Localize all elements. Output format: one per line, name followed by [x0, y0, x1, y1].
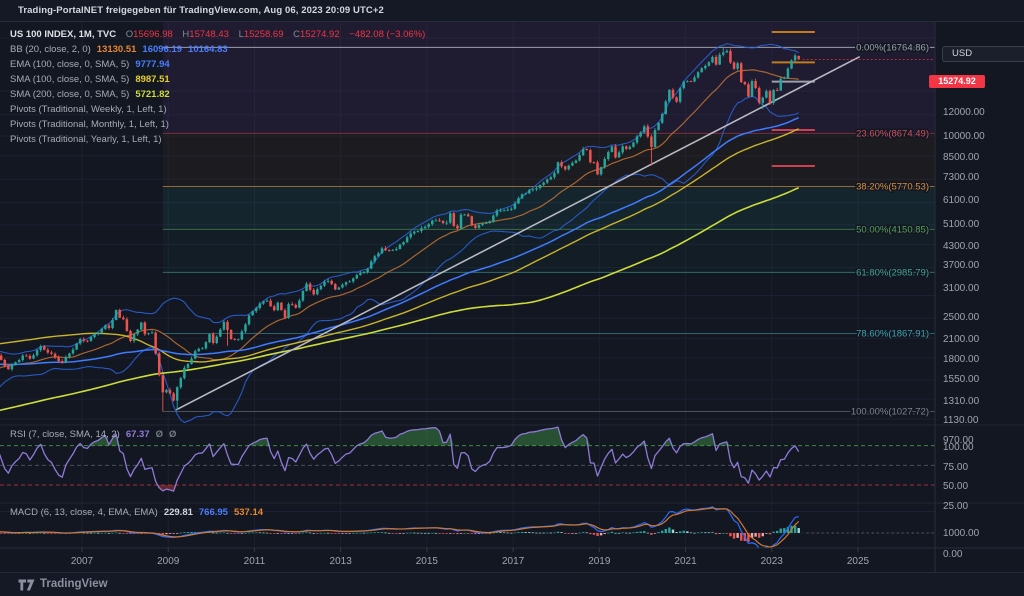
high-value: 15748.43 — [189, 29, 229, 40]
svg-text:2015: 2015 — [416, 556, 439, 567]
price-tick-label: 5100.00 — [943, 219, 979, 231]
legend-value: 16096.19 — [142, 44, 182, 55]
currency-button[interactable]: USD — [942, 46, 1024, 62]
rsi-tick-label: 25.00 — [943, 501, 968, 513]
price-tick-label: 2500.00 — [943, 312, 979, 324]
legend-row[interactable]: Pivots (Traditional, Weekly, 1, Left, 1) — [10, 102, 425, 117]
open-value: 15696.98 — [133, 29, 173, 40]
rsi-legend: RSI (7, close, SMA, 14, 2) 67.37 ØØ — [10, 427, 176, 442]
close-label: C — [293, 29, 300, 40]
price-tick-label: 1550.00 — [943, 374, 979, 386]
price-tick-label: 1130.00 — [943, 415, 978, 427]
svg-text:2009: 2009 — [157, 556, 180, 567]
legend-row[interactable]: SMA (200, close, 0, SMA, 5) 5721.82 — [10, 87, 425, 102]
symbol-legend-row[interactable]: US 100 INDEX, 1M, TVC O15696.98 H15748.4… — [10, 27, 425, 42]
svg-text:38.20%(5770.53): 38.20%(5770.53) — [856, 181, 929, 192]
legend-value: 766.95 — [199, 507, 228, 518]
legend-label: SMA (200, close, 0, SMA, 5) — [10, 89, 129, 100]
svg-text:100.00%(1027.72): 100.00%(1027.72) — [851, 406, 929, 417]
rsi-tick-label: 100.00 — [943, 442, 974, 454]
legend-value: 5721.82 — [135, 89, 169, 100]
tradingview-logo-icon — [18, 577, 35, 591]
legend-label: BB (20, close, 2, 0) — [10, 44, 91, 55]
last-price-badge: 15274.92 — [929, 75, 985, 88]
svg-text:2023: 2023 — [761, 556, 784, 567]
legend-label: MACD (6, 13, close, 4, EMA, EMA) — [10, 507, 158, 518]
svg-text:2011: 2011 — [244, 556, 266, 567]
tradingview-app: Trading-PortalNET freigegeben für Tradin… — [0, 0, 1024, 596]
price-tick-label: 2100.00 — [943, 334, 979, 346]
price-tick-label: 1800.00 — [943, 354, 979, 366]
svg-text:0.00%(16764.86): 0.00%(16764.86) — [856, 42, 929, 53]
legend-value: Ø — [156, 429, 163, 440]
tradingview-logo-link[interactable]: TradingView — [18, 577, 108, 591]
symbol-title: US 100 INDEX, 1M, TVC — [10, 29, 116, 40]
legend-label: Pivots (Traditional, Monthly, 1, Left, 1… — [10, 119, 169, 130]
price-tick-label: 6100.00 — [943, 195, 979, 207]
legend-row[interactable]: BB (20, close, 2, 0) 13130.51 16096.19 1016… — [10, 42, 425, 57]
legend-row[interactable]: Pivots (Traditional, Yearly, 1, Left, 1) — [10, 132, 425, 147]
low-value: 15258.69 — [244, 29, 284, 40]
legend-label: EMA (100, close, 0, SMA, 5) — [10, 59, 129, 70]
change-value: −482.08 (−3.06%) — [349, 29, 425, 40]
svg-text:61.80%(2985.79): 61.80%(2985.79) — [856, 267, 929, 278]
price-tick-label: 7300.00 — [943, 172, 979, 184]
svg-text:2019: 2019 — [588, 556, 611, 567]
price-tick-label: 10000.00 — [943, 131, 985, 143]
rsi-tick-label: 50.00 — [943, 481, 968, 493]
macd-legend: MACD (6, 13, close, 4, EMA, EMA) 229.81 76… — [10, 505, 263, 520]
indicator-legend-rows: BB (20, close, 2, 0) 13130.51 16096.19 1016… — [10, 42, 425, 147]
legend-row[interactable]: Pivots (Traditional, Monthly, 1, Left, 1… — [10, 117, 425, 132]
svg-text:2017: 2017 — [502, 556, 525, 567]
tradingview-logo-text: TradingView — [40, 578, 108, 590]
macd-tick-label: 0.00 — [943, 549, 962, 561]
chart-canvas[interactable]: 0.00%(16764.86) 23.60%(8674.49) 38.20%(577… — [0, 22, 1024, 572]
legend-label: Pivots (Traditional, Weekly, 1, Left, 1) — [10, 104, 167, 115]
svg-text:2013: 2013 — [330, 556, 353, 567]
legend-row[interactable]: SMA (100, close, 0, SMA, 5) 8987.51 — [10, 72, 425, 87]
legend-row[interactable]: RSI (7, close, SMA, 14, 2) 67.37 ØØ — [10, 427, 176, 442]
legend-value: 9777.94 — [135, 59, 169, 70]
price-tick-label: 4300.00 — [943, 241, 979, 253]
svg-text:2021: 2021 — [674, 556, 697, 567]
main-legend: US 100 INDEX, 1M, TVC O15696.98 H15748.4… — [10, 27, 425, 147]
legend-value: 13130.51 — [97, 44, 137, 55]
legend-value: 67.37 — [126, 429, 150, 440]
legend-value: 229.81 — [164, 507, 193, 518]
price-tick-label: 12000.00 — [943, 107, 985, 119]
price-tick-label: 3700.00 — [943, 260, 979, 272]
legend-value: 10164.83 — [188, 44, 228, 55]
legend-value: Ø — [169, 429, 176, 440]
price-tick-label: 1310.00 — [943, 396, 979, 408]
svg-text:2025: 2025 — [847, 556, 870, 567]
svg-text:78.60%(1867.91): 78.60%(1867.91) — [856, 329, 929, 340]
legend-row[interactable]: MACD (6, 13, close, 4, EMA, EMA) 229.81 76… — [10, 505, 263, 520]
legend-label: Pivots (Traditional, Yearly, 1, Left, 1) — [10, 134, 162, 145]
macd-tick-label: 1000.00 — [943, 528, 979, 540]
price-tick-label: 3100.00 — [943, 283, 979, 295]
window-title: Trading-PortalNET freigegeben für Tradin… — [0, 0, 1024, 22]
legend-label: SMA (100, close, 0, SMA, 5) — [10, 74, 129, 85]
legend-value: 537.14 — [234, 507, 263, 518]
rsi-tick-label: 75.00 — [943, 462, 968, 474]
footer-bar: TradingView — [0, 572, 1024, 596]
svg-text:50.00%(4150.85): 50.00%(4150.85) — [856, 224, 929, 235]
svg-text:2007: 2007 — [71, 556, 94, 567]
legend-label: RSI (7, close, SMA, 14, 2) — [10, 429, 120, 440]
price-axis[interactable]: USD 15274.92 18000.0012000.0010000.00850… — [935, 44, 1024, 594]
legend-row[interactable]: EMA (100, close, 0, SMA, 5) 9777.94 — [10, 57, 425, 72]
close-value: 15274.92 — [300, 29, 340, 40]
legend-value: 8987.51 — [135, 74, 169, 85]
svg-text:23.60%(8674.49): 23.60%(8674.49) — [856, 128, 929, 139]
price-tick-label: 8500.00 — [943, 152, 979, 164]
